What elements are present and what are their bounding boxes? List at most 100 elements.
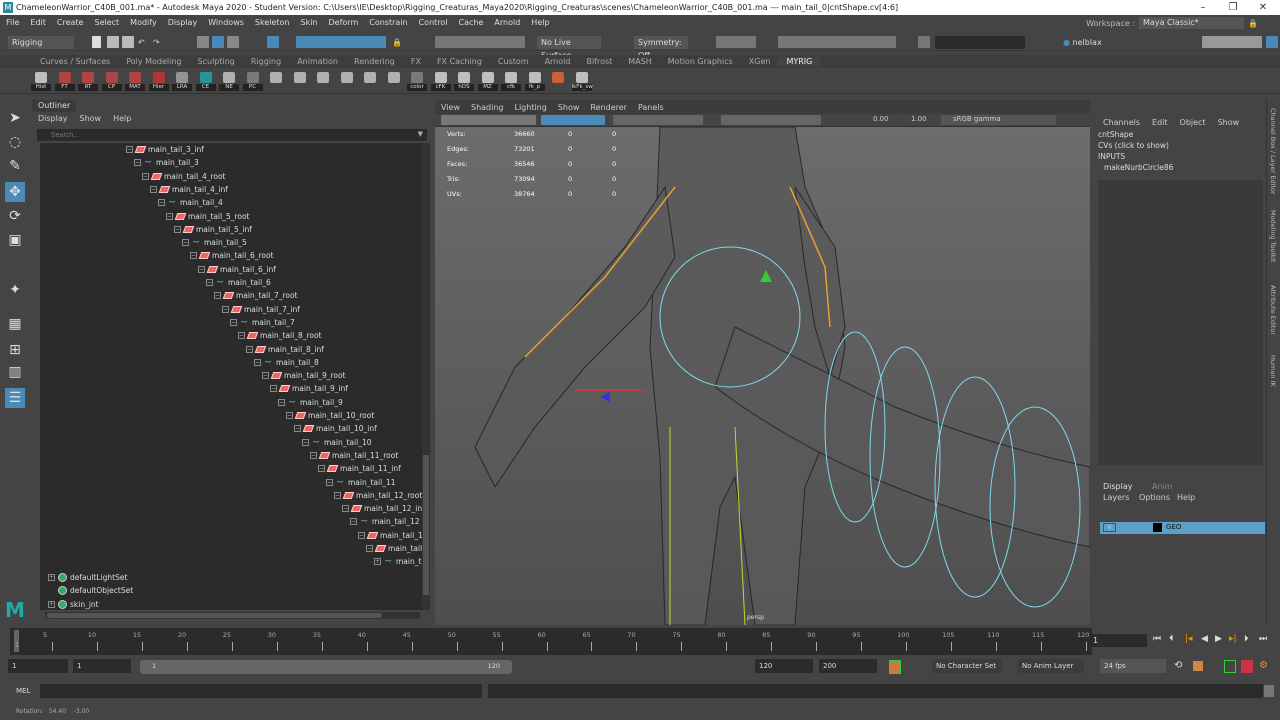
shelf-button-cp[interactable]: CP — [101, 71, 122, 91]
layer-row-geo[interactable]: V GEO — [1100, 522, 1265, 534]
play-forwards-icon[interactable]: ▶ — [1215, 634, 1222, 644]
layer-menu-options[interactable]: Options — [1139, 493, 1170, 502]
auto-key-icon[interactable] — [889, 660, 901, 674]
menuset-dropdown[interactable]: Rigging — [8, 36, 74, 49]
expand-collapse-icon[interactable]: − — [350, 518, 357, 526]
last-tool-icon[interactable]: ✦ — [5, 280, 25, 300]
viewport-menu-lighting[interactable]: Lighting — [514, 103, 546, 112]
expand-collapse-icon[interactable]: − — [318, 465, 325, 473]
shelf-tab-arnold[interactable]: Arnold — [537, 57, 579, 66]
menu-display[interactable]: Display — [168, 18, 198, 27]
cb-node-name[interactable]: cntShape — [1098, 130, 1133, 139]
outliner-item[interactable]: − main_tail_5_inf — [174, 223, 252, 236]
outliner-item[interactable]: − main_tail_7_inf — [222, 303, 300, 316]
shelf-button-color[interactable]: color — [407, 71, 427, 91]
gamma-field[interactable]: 1.00 — [911, 115, 927, 123]
shelf-button-tool-14[interactable] — [360, 71, 380, 91]
menu-arnold[interactable]: Arnold — [494, 18, 520, 27]
sound-icon[interactable] — [1224, 660, 1236, 673]
exposure-field[interactable]: 0.00 — [873, 115, 889, 123]
expand-collapse-icon[interactable]: − — [254, 358, 261, 366]
shelf-button-ft[interactable]: FT — [54, 71, 75, 91]
shelf-button-tool-12[interactable] — [313, 71, 333, 91]
select-hierarchy-icon[interactable] — [197, 36, 209, 48]
lock-icon[interactable]: 🔒 — [1248, 19, 1258, 28]
playback-end-field[interactable]: 120 — [755, 659, 813, 673]
tab-attribute-editor[interactable]: Attribute Editor — [1269, 285, 1277, 335]
outliner-item[interactable]: − main_tail_6_root — [190, 249, 274, 262]
outliner-item[interactable]: − main_tail_6_inf — [198, 263, 276, 276]
menu-help[interactable]: Help — [531, 18, 549, 27]
script-editor-icon[interactable] — [1264, 685, 1274, 697]
shelf-button-mat[interactable]: MAT — [125, 71, 145, 91]
menu-constrain[interactable]: Constrain — [369, 18, 407, 27]
outliner-item[interactable]: + ~ main_t — [374, 555, 421, 568]
expand-collapse-icon[interactable]: − — [134, 159, 141, 167]
isolate-icons[interactable] — [721, 115, 821, 125]
expand-collapse-icon[interactable]: + — [374, 558, 381, 566]
cb-menu-object[interactable]: Object — [1180, 118, 1206, 127]
shelf-tab-sculpting[interactable]: Sculpting — [190, 57, 243, 66]
paint-select-tool-icon[interactable]: ✎ — [5, 156, 25, 176]
3d-view[interactable]: Verts: 36660 0 0 Edges: 73201 0 0 Faces: 36546 0 0 T… — [435, 127, 1090, 625]
expand-collapse-icon[interactable]: − — [150, 185, 157, 193]
expand-collapse-icon[interactable]: − — [190, 252, 197, 260]
menu-skeleton[interactable]: Skeleton — [255, 18, 290, 27]
step-forward-key-icon[interactable]: ▸| — [1229, 634, 1237, 644]
go-to-end-icon[interactable]: ⏭ — [1259, 634, 1267, 644]
cb-menu-show[interactable]: Show — [1218, 118, 1240, 127]
expand-icon[interactable]: + — [48, 600, 55, 608]
loop-icon[interactable]: ⟲ — [1174, 660, 1182, 671]
expand-collapse-icon[interactable]: − — [278, 398, 285, 406]
scene-start-field[interactable]: 1 — [8, 659, 68, 673]
shelf-tab-bifrost[interactable]: Bifrost — [578, 57, 620, 66]
outliner-item[interactable]: − main_tail_10_root — [286, 409, 374, 422]
workspace-selector[interactable]: Workspace : Maya Classic* 🔒 — [1086, 17, 1258, 29]
panel-toggle-icons[interactable] — [1202, 36, 1262, 48]
shelf-button-pc[interactable]: PC — [242, 71, 263, 91]
shelf-tab-xgen[interactable]: XGen — [741, 57, 779, 66]
range-slider[interactable]: 1 120 — [140, 660, 512, 674]
shelf-button-ce[interactable]: CE — [195, 71, 216, 91]
outliner-item[interactable]: − main_tail_11_inf — [318, 462, 401, 475]
select-tool-icon[interactable]: ➤ — [5, 108, 25, 128]
live-surface-field[interactable]: No Live Surface — [537, 36, 601, 60]
outliner-item[interactable]: − ~ main_tail_11 — [326, 476, 396, 489]
viewport-menu-show[interactable]: Show — [558, 103, 580, 112]
cb-input-node[interactable]: makeNurbCircle86 — [1104, 163, 1173, 172]
playback-start-field[interactable]: 1 — [73, 659, 131, 673]
outliner-menu-help[interactable]: Help — [113, 114, 131, 123]
shelf-button-ikfk_sw[interactable]: IkFk_sw — [571, 71, 593, 91]
snap-tools[interactable] — [435, 36, 525, 48]
outliner-item[interactable]: − main_tail_4_root — [142, 170, 226, 183]
menu-control[interactable]: Control — [419, 18, 448, 27]
channel-box-toggle-icon[interactable] — [1266, 36, 1278, 48]
tab-display[interactable]: Display — [1103, 482, 1133, 491]
rotate-tool-icon[interactable]: ⟳ — [5, 206, 25, 226]
expand-collapse-icon[interactable]: − — [286, 412, 293, 419]
shelf-button-tool-11[interactable] — [290, 71, 310, 91]
menu-skin[interactable]: Skin — [301, 18, 318, 27]
select-component-icon[interactable] — [227, 36, 239, 48]
save-scene-icon[interactable] — [122, 36, 134, 48]
menu-cache[interactable]: Cache — [459, 18, 484, 27]
expand-collapse-icon[interactable]: − — [158, 199, 165, 207]
layer-visibility-toggle[interactable]: V — [1103, 523, 1116, 532]
expand-collapse-icon[interactable]: − — [142, 172, 149, 180]
expand-collapse-icon[interactable]: − — [366, 545, 373, 552]
user-account[interactable]: ● nelblax — [1063, 36, 1143, 49]
colorspace-dropdown[interactable]: sRGB gamma — [941, 115, 1056, 125]
outliner-search[interactable]: ▼ — [37, 129, 427, 141]
scale-tool-icon[interactable]: ▣ — [5, 230, 25, 250]
expand-collapse-icon[interactable]: − — [230, 318, 237, 326]
step-back-key-icon[interactable]: |◂ — [1185, 634, 1193, 644]
snap-grid-icon[interactable] — [267, 36, 279, 48]
outliner-item[interactable]: − main_tail_7_root — [214, 289, 298, 302]
shelf-button-tool-13[interactable] — [337, 71, 357, 91]
close-button[interactable]: ✕ — [1248, 0, 1278, 15]
maximize-button[interactable]: ❐ — [1218, 0, 1248, 15]
cache-playback-icon[interactable] — [1193, 661, 1203, 671]
character-set-dropdown[interactable]: No Character Set — [932, 659, 1002, 673]
cb-menu-edit[interactable]: Edit — [1152, 118, 1168, 127]
outliner-item[interactable]: − main_tail_13 — [358, 529, 425, 542]
